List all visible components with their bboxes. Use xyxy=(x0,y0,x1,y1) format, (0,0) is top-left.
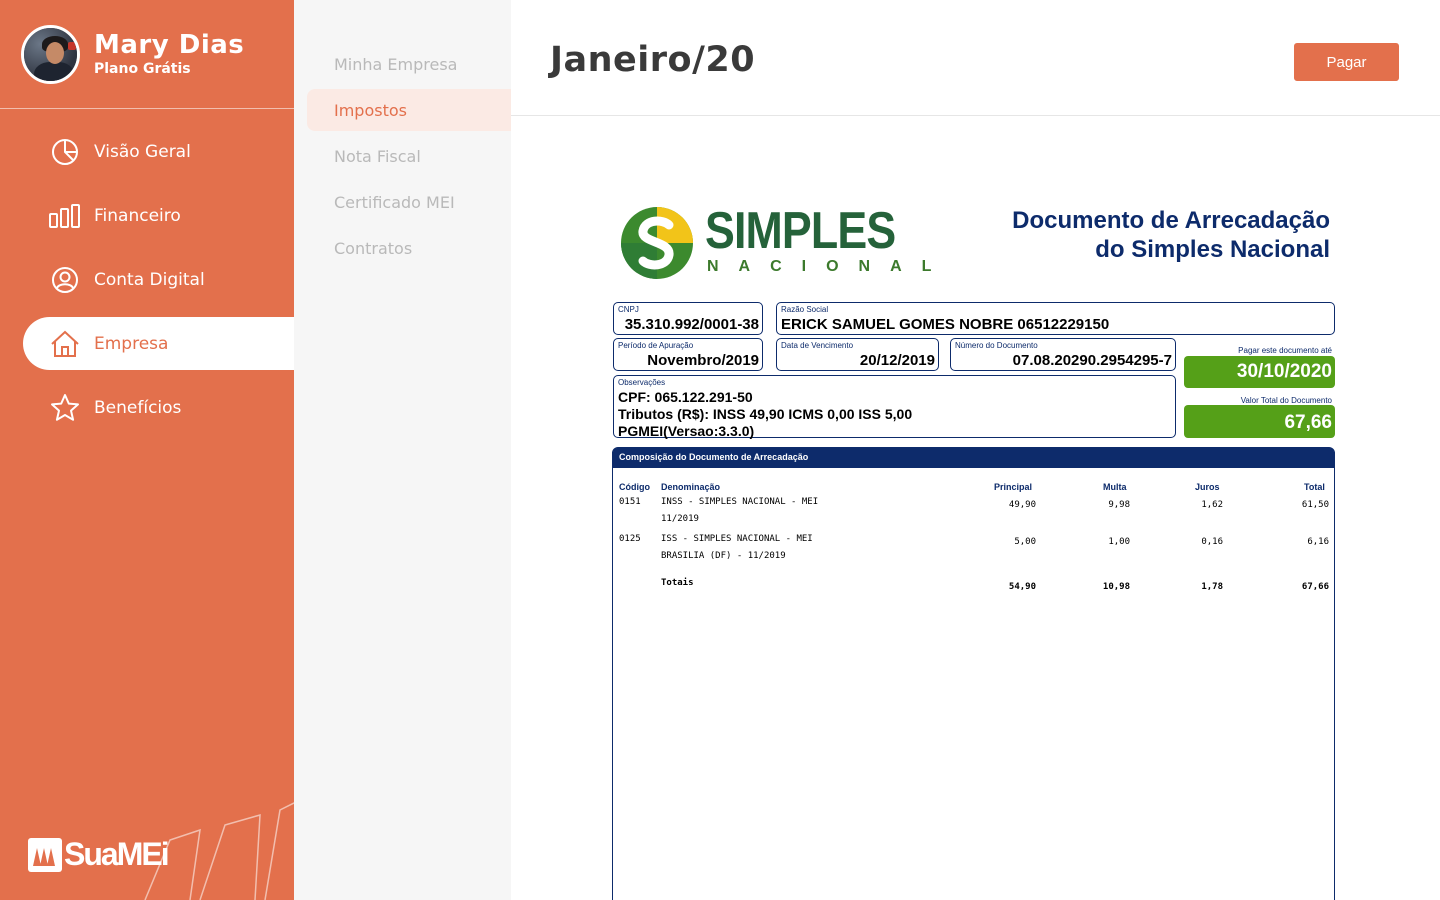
observacoes-box: Observações CPF: 065.122.291-50 Tributos… xyxy=(613,375,1176,439)
brand-mark-icon xyxy=(28,837,62,872)
col-juros: Juros xyxy=(1195,482,1220,492)
row-denominacao-2: BRASILIA (DF) - 11/2019 xyxy=(661,551,786,561)
row-codigo: 0151 xyxy=(619,497,641,507)
numero-documento-value: 07.08.20290.2954295-7 xyxy=(1012,352,1172,369)
totals-principal: 54,90 xyxy=(1008,582,1036,592)
sub-item-minha-empresa[interactable]: Minha Empresa xyxy=(307,43,511,85)
main-content: Janeiro/20 Pagar SIMPLES NACIONAL Docume… xyxy=(511,0,1440,900)
sub-item-contratos[interactable]: Contratos xyxy=(307,227,511,269)
col-codigo: Código xyxy=(619,482,650,492)
valor-total-label: Valor Total do Documento xyxy=(1240,396,1332,405)
document-title: Documento de Arrecadação do Simples Naci… xyxy=(1012,206,1330,264)
row-denominacao: INSS - SIMPLES NACIONAL - MEI xyxy=(661,497,819,507)
row-codigo: 0125 xyxy=(619,534,641,544)
row-total: 61,50 xyxy=(1301,500,1329,510)
col-multa: Multa xyxy=(1103,482,1127,492)
sidebar: Mary Dias Plano Grátis Visão Geral Finan… xyxy=(0,0,294,900)
profile-header: Mary Dias Plano Grátis xyxy=(0,0,294,109)
nav-item-conta-digital[interactable]: Conta Digital xyxy=(23,253,294,306)
row-juros: 0,16 xyxy=(1201,537,1223,547)
simples-s-icon xyxy=(621,207,693,279)
vencimento-label: Data de Vencimento xyxy=(781,341,854,350)
periodo-box: Período de Apuração Novembro/2019 xyxy=(613,338,763,371)
page-title: Janeiro/20 xyxy=(550,40,756,80)
observacao-pgmei: PGMEI(Versao:3.3.0) xyxy=(618,423,755,439)
nav-label: Conta Digital xyxy=(94,269,205,290)
avatar[interactable] xyxy=(21,24,80,84)
row-juros: 1,62 xyxy=(1201,500,1223,510)
row-multa: 9,98 xyxy=(1108,500,1130,510)
profile-name: Mary Dias xyxy=(94,29,245,60)
page-header: Janeiro/20 Pagar xyxy=(511,0,1440,116)
composicao-title: Composição do Documento de Arrecadação xyxy=(613,448,1334,468)
row-principal: 49,90 xyxy=(1008,500,1036,510)
totals-multa: 10,98 xyxy=(1102,582,1130,592)
simples-nacional-logo: SIMPLES NACIONAL xyxy=(619,205,951,281)
logo-nacional-text: NACIONAL xyxy=(707,258,952,275)
row-total: 6,16 xyxy=(1307,537,1329,547)
das-document: SIMPLES NACIONAL Documento de Arrecadaçã… xyxy=(511,117,1440,900)
document-title-line2: do Simples Nacional xyxy=(1095,236,1330,263)
nav-item-visao-geral[interactable]: Visão Geral xyxy=(23,125,294,178)
totals-label: Totais xyxy=(661,578,694,588)
col-total: Total xyxy=(1304,482,1325,492)
cnpj-label: CNPJ xyxy=(618,305,639,314)
vencimento-value: 20/12/2019 xyxy=(859,352,935,369)
row-principal: 5,00 xyxy=(1014,537,1036,547)
razao-social-value: ERICK SAMUEL GOMES NOBRE 06512229150 xyxy=(781,316,1110,333)
observacoes-label: Observações xyxy=(618,378,666,387)
nav-label: Visão Geral xyxy=(94,141,191,162)
nav-label: Empresa xyxy=(94,333,169,354)
totals-juros: 1,78 xyxy=(1201,582,1223,592)
cnpj-box: CNPJ 35.310.992/0001-38 xyxy=(613,302,763,335)
sub-nav: Minha Empresa Impostos Nota Fiscal Certi… xyxy=(294,0,511,900)
row-multa: 1,00 xyxy=(1108,537,1130,547)
composicao-table: Composição do Documento de Arrecadação C… xyxy=(612,447,1335,900)
row-denominacao: ISS - SIMPLES NACIONAL - MEI xyxy=(661,534,813,544)
profile-plan: Plano Grátis xyxy=(94,60,191,77)
pie-chart-icon xyxy=(49,136,81,168)
nav-label: Financeiro xyxy=(94,205,181,226)
numero-documento-label: Número do Documento xyxy=(955,341,1038,350)
nav-item-financeiro[interactable]: Financeiro xyxy=(23,189,294,242)
razao-social-box: Razão Social ERICK SAMUEL GOMES NOBRE 06… xyxy=(776,302,1335,335)
pay-button[interactable]: Pagar xyxy=(1294,43,1399,81)
col-principal: Principal xyxy=(994,482,1033,492)
numero-documento-box: Número do Documento 07.08.20290.2954295-… xyxy=(950,338,1176,371)
main-nav: Visão Geral Financeiro Conta Digital Emp… xyxy=(0,125,294,434)
brand-logo: SuaMEi xyxy=(28,836,170,873)
observacao-tributos: Tributos (R$): INSS 49,90 ICMS 0,00 ISS … xyxy=(618,406,913,422)
sub-item-nota-fiscal[interactable]: Nota Fiscal xyxy=(307,135,511,177)
periodo-value: Novembro/2019 xyxy=(647,352,759,369)
brand-name: SuaMEi xyxy=(64,836,170,872)
nav-item-beneficios[interactable]: Benefícios xyxy=(23,381,294,434)
vencimento-box: Data de Vencimento 20/12/2019 xyxy=(776,338,939,371)
pagar-ate-value: 30/10/2020 xyxy=(1184,356,1335,388)
sub-item-certificado-mei[interactable]: Certificado MEI xyxy=(307,181,511,223)
sub-item-impostos[interactable]: Impostos xyxy=(307,89,511,131)
cnpj-value: 35.310.992/0001-38 xyxy=(624,316,759,333)
row-denominacao-2: 11/2019 xyxy=(661,514,699,524)
pagar-ate-label: Pagar este documento até xyxy=(1238,346,1332,355)
periodo-label: Período de Apuração xyxy=(618,341,694,350)
col-denominacao: Denominação xyxy=(661,482,721,492)
totals-total: 67,66 xyxy=(1301,582,1329,592)
logo-simples-text: SIMPLES xyxy=(705,202,896,260)
valor-total-value: 67,66 xyxy=(1184,405,1335,438)
razao-social-label: Razão Social xyxy=(781,305,829,314)
home-icon xyxy=(49,328,81,360)
nav-label: Benefícios xyxy=(94,397,182,418)
bar-chart-icon xyxy=(49,200,81,232)
star-icon xyxy=(49,392,81,424)
user-circle-icon xyxy=(49,264,81,296)
observacao-cpf: CPF: 065.122.291-50 xyxy=(618,389,753,405)
document-title-line1: Documento de Arrecadação xyxy=(1012,207,1330,234)
nav-item-empresa[interactable]: Empresa xyxy=(23,317,294,370)
